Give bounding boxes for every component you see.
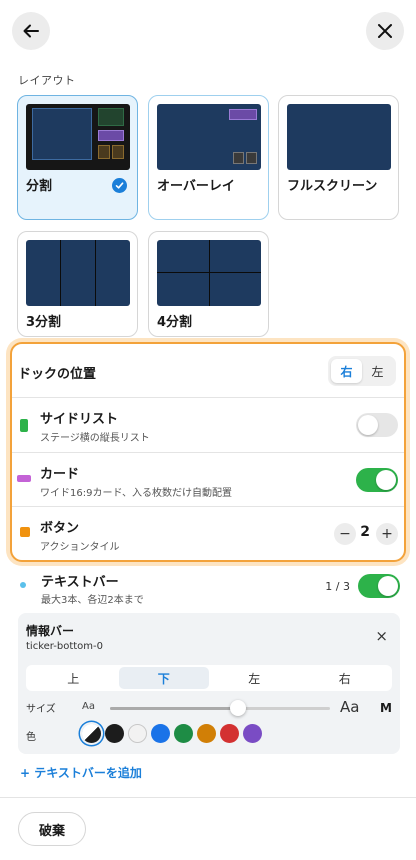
color-swatch[interactable] [220, 724, 239, 743]
size-large-label: Aa [340, 698, 360, 716]
button-count-value: 2 [360, 524, 370, 540]
dock-row-card: カード ワイド16:9カード、入る枚数だけ自動配置 [12, 452, 404, 506]
direction-tab-top[interactable]: 上 [28, 667, 119, 689]
layout-card-overlay[interactable]: オーバーレイ [148, 95, 269, 220]
button-color-swatch [20, 527, 30, 537]
back-button[interactable] [12, 12, 50, 50]
size-small-label: Aa [82, 701, 95, 712]
size-label: サイズ [26, 704, 56, 715]
layout-card-label: 4分割 [157, 315, 193, 330]
side-list-color-swatch [20, 419, 28, 432]
card-toggle[interactable] [356, 468, 398, 492]
layout-thumb-split [26, 104, 130, 170]
layout-card-label: フルスクリーン [287, 179, 378, 194]
card-subtitle: ワイド16:9カード、入る枚数だけ自動配置 [40, 488, 233, 499]
direction-tab-bottom[interactable]: 下 [118, 667, 209, 689]
color-swatch[interactable] [197, 724, 216, 743]
size-slider-fill [110, 707, 238, 710]
discard-button[interactable]: 破棄 [18, 812, 86, 846]
size-slider[interactable] [110, 700, 330, 716]
color-swatch[interactable] [151, 724, 170, 743]
button-title: ボタン [40, 521, 80, 536]
side-list-title: サイドリスト [40, 412, 119, 427]
text-bar-color-swatch [20, 582, 26, 588]
side-list-toggle[interactable] [356, 413, 398, 437]
color-swatch[interactable] [174, 724, 193, 743]
layout-thumb-overlay [157, 104, 261, 170]
layout-thumb-split3 [26, 240, 130, 306]
dock-position-right[interactable]: 右 [331, 359, 362, 383]
direction-tab-left[interactable]: 左 [209, 667, 300, 689]
close-button[interactable] [366, 12, 404, 50]
direction-tab-right[interactable]: 右 [300, 667, 391, 689]
color-label: 色 [26, 732, 36, 743]
layout-card-split4[interactable]: 4分割 [148, 231, 269, 337]
layout-card-label: オーバーレイ [157, 179, 235, 194]
text-bar-subtitle: 最大3本、各辺2本まで [41, 595, 144, 606]
text-bar-toggle[interactable] [358, 574, 400, 598]
dock-position-left[interactable]: 左 [362, 359, 393, 383]
check-icon [112, 178, 127, 193]
footer-divider [0, 797, 416, 798]
layout-card-fullscreen[interactable]: フルスクリーン [278, 95, 399, 220]
layout-section-label: レイアウト [18, 74, 76, 87]
button-subtitle: アクションタイル [40, 542, 120, 553]
text-bar-row: テキストバー 最大3本、各辺2本まで 1 / 3 [0, 568, 416, 608]
layout-card-split3[interactable]: 3分割 [17, 231, 138, 337]
layout-card-label: 3分割 [26, 315, 62, 330]
layout-thumb-split4 [157, 240, 261, 306]
info-bar-title: 情報バー [26, 624, 75, 638]
arrow-left-icon [23, 24, 39, 38]
color-swatch[interactable] [243, 724, 262, 743]
card-title: カード [40, 467, 80, 482]
dock-settings-panel: ドックの位置 右 左 サイドリスト ステージ横の縦長リスト カード ワイド16:… [10, 342, 406, 562]
layout-thumb-fullscreen [287, 104, 391, 170]
info-bar-id: ticker-bottom-0 [26, 641, 104, 652]
layout-card-split[interactable]: 分割 [17, 95, 138, 220]
text-bar-title: テキストバー [41, 575, 119, 590]
dock-row-side-list: サイドリスト ステージ横の縦長リスト [12, 397, 404, 452]
dock-row-button: ボタン アクションタイル − 2 + [12, 506, 404, 560]
button-count-minus[interactable]: − [334, 523, 356, 545]
dock-position-title: ドックの位置 [18, 367, 97, 382]
add-text-bar-link[interactable]: + テキストバーを追加 [20, 764, 142, 781]
info-bar-close-icon[interactable]: × [375, 627, 388, 645]
card-color-swatch [17, 475, 31, 482]
text-bar-count: 1 / 3 [325, 580, 350, 593]
size-value: M [380, 701, 392, 715]
info-bar-panel: 情報バー ticker-bottom-0 × 上 下 左 右 サイズ Aa Aa… [18, 613, 400, 754]
close-icon [378, 24, 392, 38]
dock-position-toggle: 右 左 [328, 356, 396, 386]
side-list-subtitle: ステージ横の縦長リスト [40, 433, 150, 444]
size-slider-thumb[interactable] [229, 700, 246, 716]
color-swatch[interactable] [128, 724, 147, 743]
button-count-plus[interactable]: + [376, 523, 398, 545]
color-swatch[interactable] [105, 724, 124, 743]
info-bar-direction-tabs: 上 下 左 右 [26, 665, 392, 691]
color-swatch-auto[interactable] [82, 724, 101, 743]
